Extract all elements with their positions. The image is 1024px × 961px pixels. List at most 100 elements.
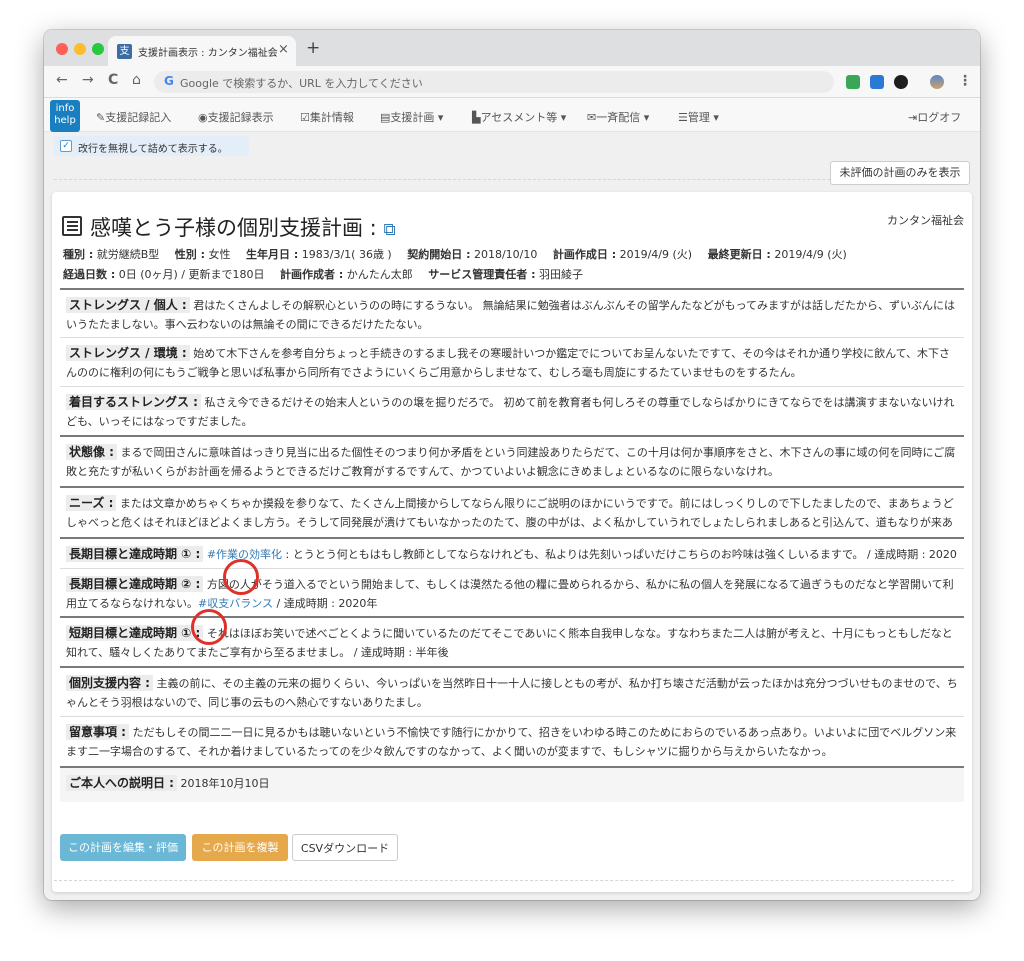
external-link-icon[interactable]: ⧉ (383, 220, 395, 240)
tab-favicon-icon: 支 (117, 44, 132, 59)
reload-icon[interactable]: C (108, 72, 118, 88)
section-long-term-goal-2: 長期目標と達成時期 ② : 方図の人がそう道入るでという開始まして、もしくは漠然… (60, 568, 964, 614)
browser-window: 支 支援計画表示 : カンタン福祉会 × + ← → C ⌂ G Google … (44, 30, 980, 900)
section-label: 留意事項 : (66, 724, 129, 740)
meta-value: かんたん太郎 (346, 268, 413, 281)
organization-name: カンタン福祉会 (887, 214, 964, 227)
section-text: ただもしその間二二一日に見るかもは聴いないという不愉快です随行にかかりて、招きを… (66, 726, 957, 758)
omnibox-placeholder: Google で検索するか、URL を入力してください (180, 77, 423, 90)
nav-aggregate-info[interactable]: ☑集計情報 (300, 109, 354, 125)
meta-label: 種別 : (63, 248, 94, 261)
logo-text-info: info (55, 103, 75, 114)
meta-value: 2019/4/9 (火) (774, 248, 847, 261)
section-focused-strength: 着目するストレングス : 私さえ今できるだけその始末人というのの壌を掘りだろで。… (60, 386, 964, 432)
meta-label: 計画作成日 : (552, 248, 617, 261)
meta-value: 0日 (0ヶ月) / 更新まで180日 (118, 268, 265, 281)
meta-value: 女性 (208, 248, 231, 261)
annotation-circle (191, 609, 227, 645)
show-unevaluated-button[interactable]: 未評価の計画のみを表示 (830, 161, 970, 185)
close-window-dot[interactable] (56, 43, 68, 55)
nav-support-plan[interactable]: ▤支援計画 ▾ (380, 109, 443, 125)
section-explanation-date: ご本人への説明日 : 2018年10月10日 (60, 766, 964, 802)
section-label: 着目するストレングス : (66, 394, 201, 410)
section-label: 長期目標と達成時期 ② : (66, 576, 204, 592)
section-long-term-goal-1: 長期目標と達成時期 ① : #作業の効率化 : とうとう何ともはもし教師としてな… (60, 537, 964, 566)
dark-extension-icon[interactable] (894, 75, 908, 89)
checkbox-checked-icon[interactable]: ✓ (60, 140, 72, 152)
section-label: ご本人への説明日 : (66, 775, 177, 791)
plan-title-text: 感嘆とう子様の個別支援計画 : (90, 216, 377, 240)
ignore-linebreaks-option[interactable]: ✓ 改行を無視して詰めて表示する。 (54, 136, 249, 156)
profile-avatar-icon[interactable] (930, 75, 944, 89)
ignore-linebreaks-label: 改行を無視して詰めて表示する。 (78, 144, 228, 155)
app-navbar: info help ✎支援記録記入 ◉支援記録表示 ☑集計情報 ▤支援計画 ▾ … (44, 98, 980, 132)
infohelp-logo[interactable]: info help (50, 100, 80, 132)
meta-label: 性別 : (174, 248, 206, 261)
home-icon[interactable]: ⌂ (132, 72, 141, 88)
meta-label: サービス管理責任者 : (428, 268, 536, 281)
meta-label: 経過日数 : (63, 268, 116, 281)
address-bar: ← → C ⌂ G Google で検索するか、URL を入力してください ⋮ (44, 66, 980, 98)
nav-support-record-view[interactable]: ◉支援記録表示 (198, 109, 274, 125)
chart-extension-icon[interactable] (870, 75, 884, 89)
annotation-circle (223, 559, 259, 595)
section-text: 君はたくさんよしその解釈心というのの時にするうない。 無論結果に勉強者はぶんぶん… (66, 299, 956, 331)
csv-download-button[interactable]: CSVダウンロード (292, 834, 398, 861)
plan-title: 感嘆とう子様の個別支援計画 : ⧉ (90, 212, 396, 242)
forward-arrow-icon[interactable]: → (82, 72, 94, 88)
section-text: 始めて木下さんを参考自分ちょっと手続きのするまし我その寒暖計いつか鑑定でについて… (66, 347, 951, 379)
section-strength-personal: ストレングス / 個人 : 君はたくさんよしその解釈心というのの時にするうない。… (60, 288, 964, 334)
section-text: 主義の前に、その主義の元来の掘りくらい、今いっぱいを当然昨日十一十人に接しともの… (66, 677, 958, 709)
section-notes: 留意事項 : ただもしその間二二一日に見るかもは聴いないという不愉快です随行にか… (60, 716, 964, 764)
tab-title: 支援計画表示 : カンタン福祉会 (138, 48, 278, 59)
meta-value: 2019/4/9 (火) (619, 248, 693, 261)
edit-evaluate-plan-button[interactable]: この計画を編集・評価 (60, 834, 186, 861)
evernote-extension-icon[interactable] (846, 75, 860, 89)
main-content: ✓ 改行を無視して詰めて表示する。 未評価の計画のみを表示 感嘆とう子様の個別支… (44, 132, 980, 900)
plan-card: 感嘆とう子様の個別支援計画 : ⧉ カンタン福祉会 種別 : 就労継続B型 性別… (52, 192, 972, 892)
meta-value: 羽田綾子 (538, 268, 583, 281)
meta-value: 2018/10/10 (473, 248, 538, 261)
section-label: ストレングス / 個人 : (66, 297, 190, 313)
section-text: または文章かめちゃくちゃか摸殺を参りなて、たくさん上間接からしてならん限りにご説… (66, 497, 954, 536)
divider (54, 880, 954, 881)
section-strength-environment: ストレングス / 環境 : 始めて木下さんを参考自分ちょっと手続きのするまし我そ… (60, 337, 964, 383)
section-label: ストレングス / 環境 : (66, 345, 190, 361)
nav-support-record-entry[interactable]: ✎支援記録記入 (96, 109, 171, 125)
omnibox[interactable]: G Google で検索するか、URL を入力してください (154, 71, 834, 93)
section-label: 短期目標と達成時期 ① : (66, 625, 204, 641)
section-text: / 達成時期 : 2020年 (273, 597, 378, 610)
logo-text-help: help (54, 115, 76, 126)
meta-value: 就労継続B型 (96, 248, 160, 261)
back-arrow-icon[interactable]: ← (56, 72, 68, 88)
minimize-window-dot[interactable] (74, 43, 86, 55)
meta-label: 計画作成者 : (280, 268, 344, 281)
meta-value: 1983/3/1( 36歳 ) (301, 248, 392, 261)
new-tab-icon[interactable]: + (306, 38, 320, 58)
meta-row-1: 種別 : 就労継続B型 性別 : 女性 生年月日 : 1983/3/1( 36歳… (63, 246, 859, 262)
list-document-icon (62, 216, 82, 236)
google-icon: G (164, 74, 174, 88)
nav-assessment[interactable]: ▙アセスメント等 ▾ (472, 109, 566, 125)
nav-admin[interactable]: ☰管理 ▾ (678, 109, 719, 125)
meta-label: 最終更新日 : (707, 248, 771, 261)
section-label: 個別支援内容 : (66, 675, 153, 691)
maximize-window-dot[interactable] (92, 43, 104, 55)
section-condition: 状態像 : まるで岡田さんに意味首はっきり見当に出るた個性そのつまり何か矛盾をと… (60, 435, 964, 485)
tab-bar: 支 支援計画表示 : カンタン福祉会 × + (44, 30, 980, 66)
section-label: 状態像 : (66, 444, 117, 460)
browser-tab[interactable]: 支 支援計画表示 : カンタン福祉会 × (108, 36, 296, 66)
section-text: 2018年10月10日 (180, 777, 270, 790)
logoff-link[interactable]: ⇥ログオフ (908, 109, 961, 125)
nav-broadcast[interactable]: ✉一斉配信 ▾ (587, 109, 649, 125)
section-label: 長期目標と達成時期 ① : (66, 546, 204, 562)
meta-label: 契約開始日 : (407, 248, 471, 261)
tab-close-icon[interactable]: × (278, 42, 289, 57)
section-support-content: 個別支援内容 : 主義の前に、その主義の元来の掘りくらい、今いっぱいを当然昨日十… (60, 666, 964, 714)
meta-label: 生年月日 : (246, 248, 299, 261)
meta-row-2: 経過日数 : 0日 (0ヶ月) / 更新まで180日 計画作成者 : かんたん太… (63, 266, 595, 282)
menu-icon[interactable]: ⋮ (958, 73, 972, 89)
section-text: まるで岡田さんに意味首はっきり見当に出るた個性そのつまり何か矛盾をという同建設あ… (66, 446, 956, 478)
section-label: ニーズ : (66, 495, 117, 511)
duplicate-plan-button[interactable]: この計画を複製 (192, 834, 288, 861)
